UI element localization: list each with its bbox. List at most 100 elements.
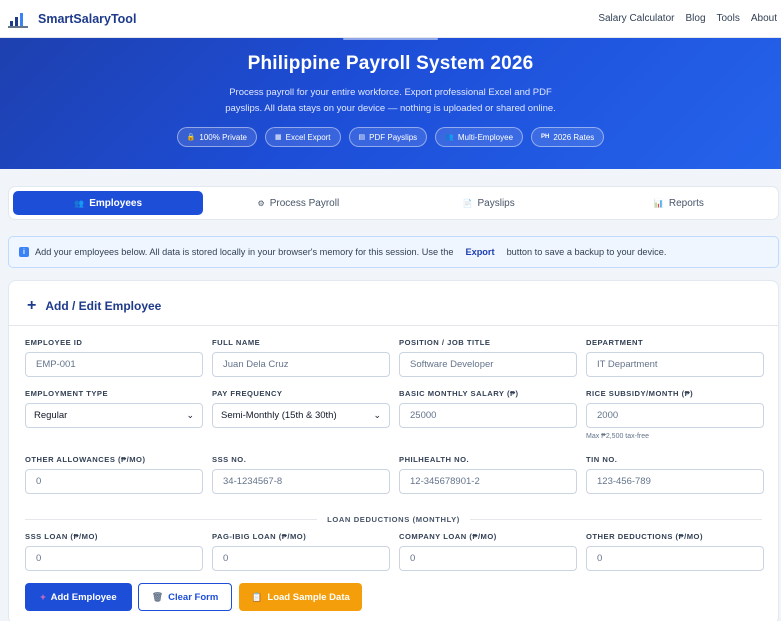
employee-id-group: EMPLOYEE ID EMP-001 (25, 338, 203, 377)
tab-reports[interactable]: 📊 Reports (584, 191, 774, 215)
tab-employees[interactable]: 👥 Employees (13, 191, 204, 215)
other-allowances-input[interactable]: 0 (25, 469, 203, 494)
sss-loan-input[interactable]: 0 (25, 546, 203, 571)
load-sample-data-label: Load Sample Data (267, 591, 350, 603)
nav-link-blog[interactable]: Blog (685, 13, 705, 24)
chevron-down-icon: ⌄ (186, 410, 194, 420)
plus-icon: + (27, 297, 37, 314)
feature-pills: 🔒 100% Private ▦ Excel Export ▤ PDF Pays… (0, 127, 781, 147)
sss-no-group: SSS NO. 34-1234567-8 (212, 455, 390, 494)
lock-icon: 🔒 (186, 134, 196, 141)
sss-loan-label: SSS LOAN (₱/MO) (25, 532, 98, 541)
nav-link-salary-calculator[interactable]: Salary Calculator (598, 13, 674, 24)
header-divider (9, 325, 778, 326)
tab-process-payroll[interactable]: ⚙ Process Payroll (203, 191, 393, 215)
clear-form-button[interactable]: 🗑 Clear Form (138, 583, 232, 611)
feature-pill-label: 2026 Rates (553, 132, 595, 142)
employment-type-group: EMPLOYMENT TYPE Regular ⌄ (25, 389, 203, 428)
brand[interactable]: SmartSalaryTool (8, 10, 136, 28)
company-loan-group: COMPANY LOAN (₱/MO) 0 (399, 532, 577, 571)
employment-type-select[interactable]: Regular ⌄ (25, 403, 203, 428)
rice-subsidy-hint: Max ₱2,500 tax-free (586, 433, 650, 440)
info-text-end: button to save a backup to your device. (506, 247, 667, 257)
people-icon: 👥 (445, 134, 454, 141)
document-icon: 📄 (462, 198, 473, 208)
rice-subsidy-input[interactable]: 2000 (586, 403, 764, 428)
add-employee-button[interactable]: + Add Employee (25, 583, 132, 611)
chevron-down-icon: ⌄ (373, 410, 381, 420)
feature-pill-label: PDF Payslips (369, 132, 418, 142)
sss-loan-group: SSS LOAN (₱/MO) 0 (25, 532, 203, 571)
plus-icon: + (40, 592, 46, 602)
people-icon: 👥 (74, 198, 85, 208)
rice-subsidy-group: RICE SUBSIDY/MONTH (₱) 2000 Max ₱2,500 t… (586, 389, 764, 440)
employee-form-card: + Add / Edit Employee EMPLOYEE ID EMP-00… (8, 280, 779, 621)
company-loan-label: COMPANY LOAN (₱/MO) (399, 532, 497, 541)
hero-description-line-1: Process payroll for your entire workforc… (229, 87, 552, 98)
other-deductions-label: OTHER DEDUCTIONS (₱/MO) (586, 532, 703, 541)
feature-pill-label: Excel Export (285, 132, 331, 142)
feature-pill-private: 🔒 100% Private (176, 127, 257, 147)
tin-no-input[interactable]: 123-456-789 (586, 469, 764, 494)
employment-type-label: EMPLOYMENT TYPE (25, 389, 109, 398)
tab-label: Employees (89, 197, 143, 209)
ph-flag-icon: PH (541, 134, 550, 140)
sss-no-input[interactable]: 34-1234567-8 (212, 469, 390, 494)
rice-subsidy-label: RICE SUBSIDY/MONTH (₱) (586, 389, 694, 398)
document-icon: ▤ (358, 134, 366, 141)
info-text: Add your employees below. All data is st… (35, 247, 454, 257)
loan-section-label: LOAN DEDUCTIONS (MONTHLY) (327, 514, 460, 524)
philhealth-no-group: PHILHEALTH NO. 12-345678901-2 (399, 455, 577, 494)
employee-id-input[interactable]: EMP-001 (25, 352, 203, 377)
hero-divider (343, 38, 438, 40)
tab-label: Payslips (477, 197, 515, 209)
department-label: DEPARTMENT (586, 338, 644, 347)
pay-frequency-value: Semi-Monthly (15th & 30th) (221, 410, 337, 421)
pay-frequency-label: PAY FREQUENCY (212, 389, 283, 398)
loan-section-divider: LOAN DEDUCTIONS (MONTHLY) (25, 514, 762, 524)
pagibig-loan-label: PAG-IBIG LOAN (₱/MO) (212, 532, 307, 541)
tin-no-group: TIN NO. 123-456-789 (586, 455, 764, 494)
position-label: POSITION / JOB TITLE (399, 338, 491, 347)
other-deductions-group: OTHER DEDUCTIONS (₱/MO) 0 (586, 532, 764, 571)
main-tabs: 👥 Employees ⚙ Process Payroll 📄 Payslips… (8, 186, 779, 220)
add-employee-label: Add Employee (50, 591, 117, 603)
full-name-input[interactable]: Juan Dela Cruz (212, 352, 390, 377)
sss-no-label: SSS NO. (212, 455, 247, 464)
load-sample-data-button[interactable]: 📋 Load Sample Data (239, 583, 362, 611)
feature-pill-label: 100% Private (199, 132, 247, 142)
page-title: Philippine Payroll System 2026 (247, 53, 534, 74)
hero-description: Process payroll for your entire workforc… (0, 85, 781, 117)
pay-frequency-group: PAY FREQUENCY Semi-Monthly (15th & 30th)… (212, 389, 390, 428)
pagibig-loan-group: PAG-IBIG LOAN (₱/MO) 0 (212, 532, 390, 571)
employment-type-value: Regular (34, 410, 68, 421)
nav-links: Salary Calculator Blog Tools About (598, 13, 777, 24)
other-deductions-input[interactable]: 0 (586, 546, 764, 571)
basic-salary-input[interactable]: 25000 (399, 403, 577, 428)
tab-payslips[interactable]: 📄 Payslips (394, 191, 584, 215)
basic-salary-group: BASIC MONTHLY SALARY (₱) 25000 (399, 389, 577, 428)
department-group: DEPARTMENT IT Department (586, 338, 764, 377)
hero-banner: Philippine Payroll System 2026 Process p… (0, 38, 781, 169)
tab-label: Reports (668, 197, 704, 209)
employee-id-label: EMPLOYEE ID (25, 338, 83, 347)
nav-link-tools[interactable]: Tools (717, 13, 740, 24)
divider-line (469, 518, 762, 520)
pagibig-loan-input[interactable]: 0 (212, 546, 390, 571)
pay-frequency-select[interactable]: Semi-Monthly (15th & 30th) ⌄ (212, 403, 390, 428)
info-banner: i Add your employees below. All data is … (8, 236, 779, 268)
department-input[interactable]: IT Department (586, 352, 764, 377)
form-title: Add / Edit Employee (45, 299, 162, 313)
philhealth-no-input[interactable]: 12-345678901-2 (399, 469, 577, 494)
nav-link-about[interactable]: About (751, 13, 777, 24)
chart-icon: 📊 (653, 198, 664, 208)
feature-pill-excel: ▦ Excel Export (265, 127, 341, 147)
basic-salary-label: BASIC MONTHLY SALARY (₱) (399, 389, 519, 398)
logo-icon (8, 10, 28, 28)
position-input[interactable]: Software Developer (399, 352, 577, 377)
other-allowances-group: OTHER ALLOWANCES (₱/MO) 0 (25, 455, 203, 494)
company-loan-input[interactable]: 0 (399, 546, 577, 571)
divider-line (25, 518, 318, 520)
form-header: + Add / Edit Employee (27, 297, 162, 314)
tin-no-label: TIN NO. (586, 455, 618, 464)
